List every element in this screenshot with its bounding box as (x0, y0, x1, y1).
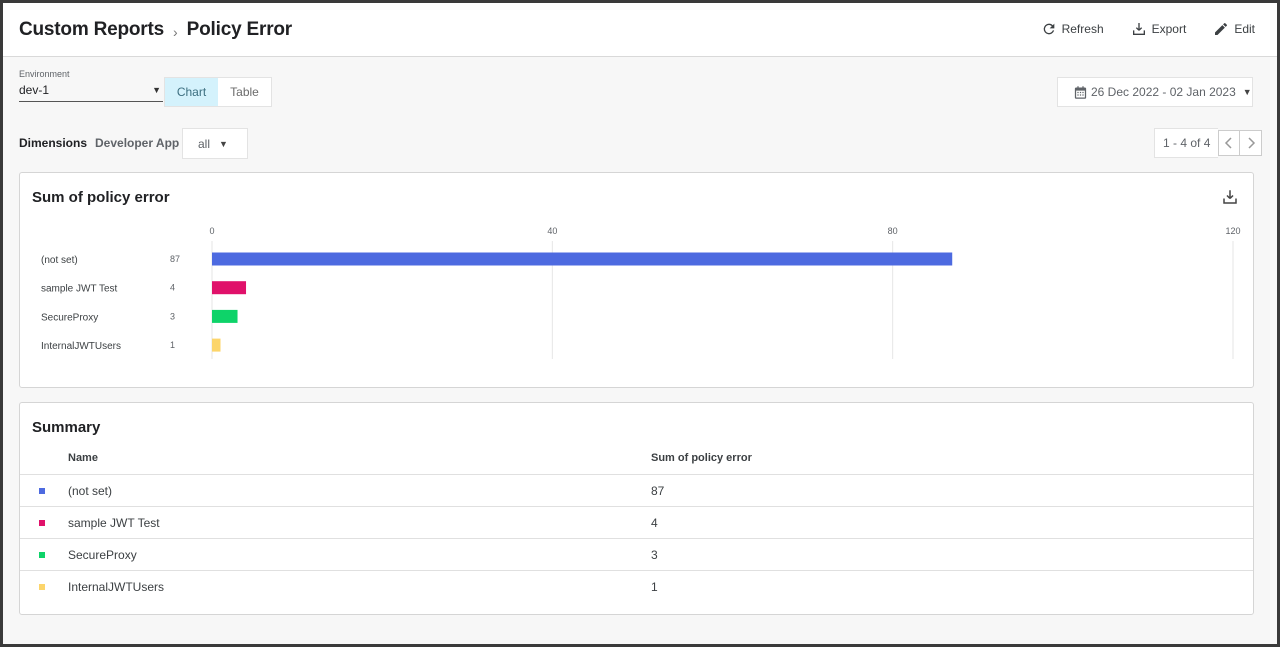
developer-app-label: Developer App (95, 136, 180, 150)
category-label: sample JWT Test (41, 284, 118, 295)
table-row: sample JWT Test 4 (20, 507, 1253, 539)
summary-card: Summary Name Sum of policy error (not se… (19, 402, 1254, 615)
bar-chart: 0 40 80 120 (not set) 87 sample JWT Test 4 Secur… (41, 226, 1241, 359)
refresh-button[interactable]: Refresh (1041, 21, 1104, 37)
chart-card: Sum of policy error 0 40 80 120 (not set) 87 s… (19, 172, 1254, 388)
bar (212, 309, 238, 323)
caret-down-icon: ▼ (219, 138, 228, 149)
breadcrumb: Custom Reports › Policy Error (19, 19, 292, 41)
bar (212, 338, 221, 352)
refresh-label: Refresh (1061, 22, 1104, 36)
caret-down-icon: ▼ (152, 85, 161, 95)
x-tick-label: 120 (1225, 226, 1240, 236)
category-label: (not set) (41, 255, 78, 266)
x-tick-label: 80 (888, 226, 898, 236)
next-page-button[interactable] (1240, 130, 1263, 156)
app-window: Custom Reports › Policy Error Refresh Ex… (3, 3, 1277, 644)
x-tick-label: 40 (547, 226, 557, 236)
table-row: SecureProxy 3 (20, 539, 1253, 571)
export-label: Export (1151, 22, 1187, 36)
chevron-left-icon (1225, 137, 1232, 149)
header-actions: Refresh Export Edit (1041, 21, 1255, 37)
table-row: InternalJWTUsers 1 (20, 571, 1253, 603)
x-tick-label: 0 (209, 226, 214, 236)
legend-swatch (39, 551, 45, 558)
legend-swatch (39, 519, 45, 526)
refresh-icon (1043, 23, 1054, 35)
row-name: SecureProxy (68, 547, 137, 562)
chevron-right-icon (1248, 137, 1255, 149)
calendar-icon (1074, 85, 1087, 99)
edit-button[interactable]: Edit (1213, 21, 1255, 37)
bar (212, 252, 953, 266)
column-header-value: Sum of policy error (651, 451, 752, 464)
pagination-count: 1 - 4 of 4 (1154, 128, 1219, 158)
developer-app-select[interactable]: all ▼ (182, 128, 248, 159)
legend-swatch (39, 487, 45, 494)
chevron-right-icon: › (173, 24, 178, 40)
summary-table: Name Sum of policy error (not set) 87 sa… (20, 441, 1253, 603)
download-icon (1132, 23, 1145, 35)
table-view-button[interactable]: Table (218, 78, 271, 106)
value-label: 87 (170, 254, 180, 264)
row-value: 4 (651, 515, 658, 530)
row-name: sample JWT Test (68, 515, 160, 530)
view-toggle: Chart Table (164, 77, 272, 107)
value-label: 3 (170, 311, 175, 321)
date-range-value: 26 Dec 2022 - 02 Jan 2023 (1091, 85, 1236, 99)
page-title: Policy Error (186, 19, 293, 40)
edit-label: Edit (1234, 22, 1255, 36)
chart-view-button[interactable]: Chart (165, 78, 218, 106)
legend-swatch (39, 584, 45, 590)
bar (212, 281, 247, 295)
previous-page-button[interactable] (1218, 130, 1241, 156)
caret-down-icon: ▼ (1242, 87, 1252, 97)
row-value: 87 (651, 483, 665, 498)
page-header: Custom Reports › Policy Error Refresh Ex… (3, 3, 1277, 57)
row-value: 3 (651, 547, 658, 562)
category-label: InternalJWTUsers (41, 341, 121, 352)
environment-value: dev-1 (19, 83, 50, 97)
developer-app-value: all (198, 136, 211, 151)
row-name: InternalJWTUsers (68, 580, 165, 594)
column-header-name: Name (68, 451, 98, 464)
value-label: 4 (170, 283, 175, 293)
pagination: 1 - 4 of 4 (1154, 128, 1263, 158)
row-name: (not set) (68, 483, 113, 498)
environment-select[interactable]: dev-1 ▼ (19, 83, 163, 102)
table-row: (not set) 87 (20, 475, 1253, 507)
dimensions-label: Dimensions (19, 136, 88, 150)
value-label: 1 (170, 340, 175, 350)
export-button[interactable]: Export (1131, 21, 1187, 37)
breadcrumb-custom-reports[interactable]: Custom Reports (19, 19, 164, 41)
row-value: 1 (651, 580, 658, 594)
summary-title: Summary (32, 419, 101, 436)
category-label: SecureProxy (41, 312, 98, 323)
pencil-icon (1215, 22, 1228, 35)
table-header-row: Name Sum of policy error (20, 441, 1253, 475)
date-range-picker[interactable]: 26 Dec 2022 - 02 Jan 2023 ▼ (1057, 77, 1253, 107)
environment-label: Environment (19, 69, 70, 79)
